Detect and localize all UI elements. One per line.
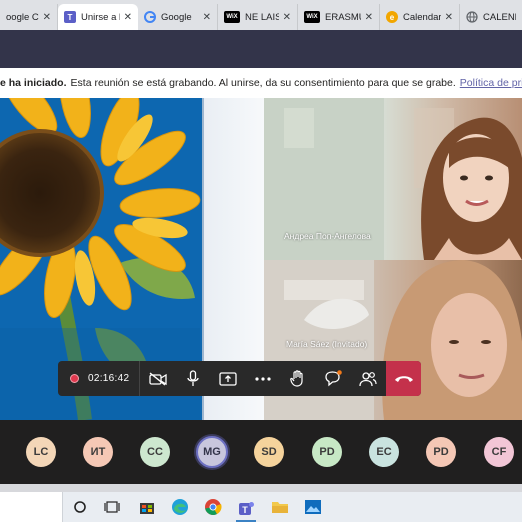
- more-icon: [255, 376, 271, 381]
- meeting-controls: 02:16:42: [58, 361, 421, 396]
- raise-hand-button[interactable]: [280, 361, 315, 396]
- tab-close-icon[interactable]: ✕: [203, 12, 211, 23]
- browser-tab-calenda[interactable]: CALENDA: [460, 4, 522, 30]
- participant-avatar[interactable]: PD: [426, 437, 456, 467]
- teams-icon: T: [239, 501, 254, 515]
- browser-tab-google-calendar[interactable]: oogle Ca ✕: [0, 4, 58, 30]
- teams-header: [0, 30, 522, 68]
- browser-tab-strip: oogle Ca ✕ T Unirse a la ✕ Google ✕ WiX …: [0, 0, 522, 30]
- taskbar-search-box[interactable]: [0, 492, 63, 522]
- microphone-toggle-button[interactable]: [175, 361, 210, 396]
- avatar-initials: EC: [376, 446, 392, 458]
- camera-off-icon: [149, 371, 167, 386]
- cortana-button[interactable]: [70, 497, 90, 517]
- teams-icon: T: [64, 11, 76, 23]
- timer-text: 02:16:42: [88, 373, 130, 384]
- participant-video-tile[interactable]: Андреа Поп-Ангелова: [264, 98, 522, 260]
- file-explorer-button[interactable]: [270, 497, 290, 517]
- avatar-initials: ИТ: [90, 446, 106, 458]
- tab-title: Unirse a la: [81, 11, 120, 23]
- chat-icon: [325, 370, 342, 387]
- participants-icon: [359, 371, 377, 386]
- meeting-stage: Андреа Поп-Ангелова María Sáez (Invitado…: [0, 98, 522, 420]
- participant-avatar[interactable]: PD: [312, 437, 342, 467]
- globe-icon: [466, 11, 478, 23]
- browser-tab-erasmus[interactable]: WiX ERASMUS ✕: [298, 4, 380, 30]
- google-icon: [144, 11, 156, 23]
- task-view-icon: [104, 501, 120, 513]
- participant-video-tile[interactable]: María Sáez (Invitado): [264, 260, 522, 420]
- more-actions-button[interactable]: [245, 361, 280, 396]
- calendar-icon: e: [386, 11, 398, 23]
- recording-banner: e ha iniciado. Esta reunión se está grab…: [0, 68, 522, 98]
- avatar-initials: PD: [319, 446, 335, 458]
- avatar-initials: LC: [33, 446, 49, 458]
- tab-close-icon[interactable]: ✕: [445, 12, 453, 23]
- tab-close-icon[interactable]: ✕: [283, 12, 291, 23]
- hang-up-icon: [394, 376, 413, 382]
- tab-title: Google: [161, 11, 192, 23]
- browser-tab-calendario[interactable]: e Calendario ✕: [380, 4, 460, 30]
- banner-status: e ha iniciado.: [0, 77, 67, 89]
- wix-icon: WiX: [224, 11, 240, 23]
- chat-button[interactable]: [315, 361, 350, 396]
- photos-button[interactable]: [303, 497, 323, 517]
- teams-button[interactable]: T: [236, 497, 256, 522]
- windows-taskbar: T: [0, 492, 522, 522]
- edge-button[interactable]: [170, 497, 190, 517]
- share-screen-icon: [219, 371, 237, 386]
- tab-title: Calendario: [403, 11, 441, 23]
- tab-title: ERASMUS: [325, 11, 361, 23]
- participant-avatar[interactable]: LC: [26, 437, 56, 467]
- microphone-icon: [187, 370, 199, 386]
- participant-avatar[interactable]: CC: [140, 437, 170, 467]
- tab-title: CALENDA: [483, 11, 516, 23]
- participant-avatar[interactable]: ИТ: [83, 437, 113, 467]
- participant-name: Андреа Поп-Ангелова: [284, 231, 371, 241]
- participant-name: María Sáez (Invitado): [286, 339, 368, 349]
- share-screen-button[interactable]: [210, 361, 245, 396]
- chrome-icon: [205, 499, 222, 516]
- camera-toggle-button[interactable]: [140, 361, 175, 396]
- wix-icon: WiX: [304, 11, 320, 23]
- participants-roster: LC ИТ CC MG SD PD EC PD CF: [0, 420, 522, 484]
- task-view-button[interactable]: [102, 497, 122, 517]
- participant-avatar[interactable]: EC: [369, 437, 399, 467]
- tab-close-icon[interactable]: ✕: [365, 12, 373, 23]
- avatar-initials: CC: [147, 446, 163, 458]
- browser-tab-google[interactable]: Google ✕: [138, 4, 218, 30]
- participant-avatar[interactable]: SD: [254, 437, 284, 467]
- chrome-button[interactable]: [203, 497, 223, 517]
- search-icon: [74, 501, 86, 513]
- browser-tab-ne-laisse[interactable]: WiX NE LAISSE ✕: [218, 4, 298, 30]
- tab-close-icon[interactable]: ✕: [43, 12, 51, 23]
- file-explorer-icon: [272, 502, 288, 513]
- privacy-policy-link[interactable]: Política de privacidad: [460, 77, 522, 89]
- participant-avatar-active[interactable]: MG: [196, 436, 228, 468]
- tab-title: oogle Ca: [6, 11, 39, 23]
- taskbar-edge: [0, 484, 522, 492]
- browser-tab-teams[interactable]: T Unirse a la ✕: [58, 4, 138, 30]
- tab-title: NE LAISSE: [245, 11, 279, 23]
- tab-close-icon[interactable]: ✕: [124, 12, 132, 23]
- store-button[interactable]: [137, 497, 157, 517]
- avatar-initials: CF: [491, 446, 507, 458]
- avatar-initials: PD: [433, 446, 449, 458]
- recording-timer: 02:16:42: [58, 361, 141, 396]
- participant-avatar[interactable]: CF: [484, 437, 514, 467]
- participants-button[interactable]: [350, 361, 385, 396]
- avatar-initials: SD: [261, 446, 277, 458]
- banner-text: Esta reunión se está grabando. Al unirse…: [70, 77, 456, 89]
- avatar-initials: MG: [203, 446, 221, 458]
- store-icon: [140, 503, 154, 514]
- svg-text:T: T: [242, 505, 248, 515]
- hang-up-button[interactable]: [386, 361, 421, 396]
- screen: oogle Ca ✕ T Unirse a la ✕ Google ✕ WiX …: [0, 0, 522, 522]
- raise-hand-icon: [290, 370, 303, 387]
- recording-icon: [70, 374, 79, 383]
- photos-icon: [305, 500, 321, 514]
- edge-icon: [172, 499, 188, 515]
